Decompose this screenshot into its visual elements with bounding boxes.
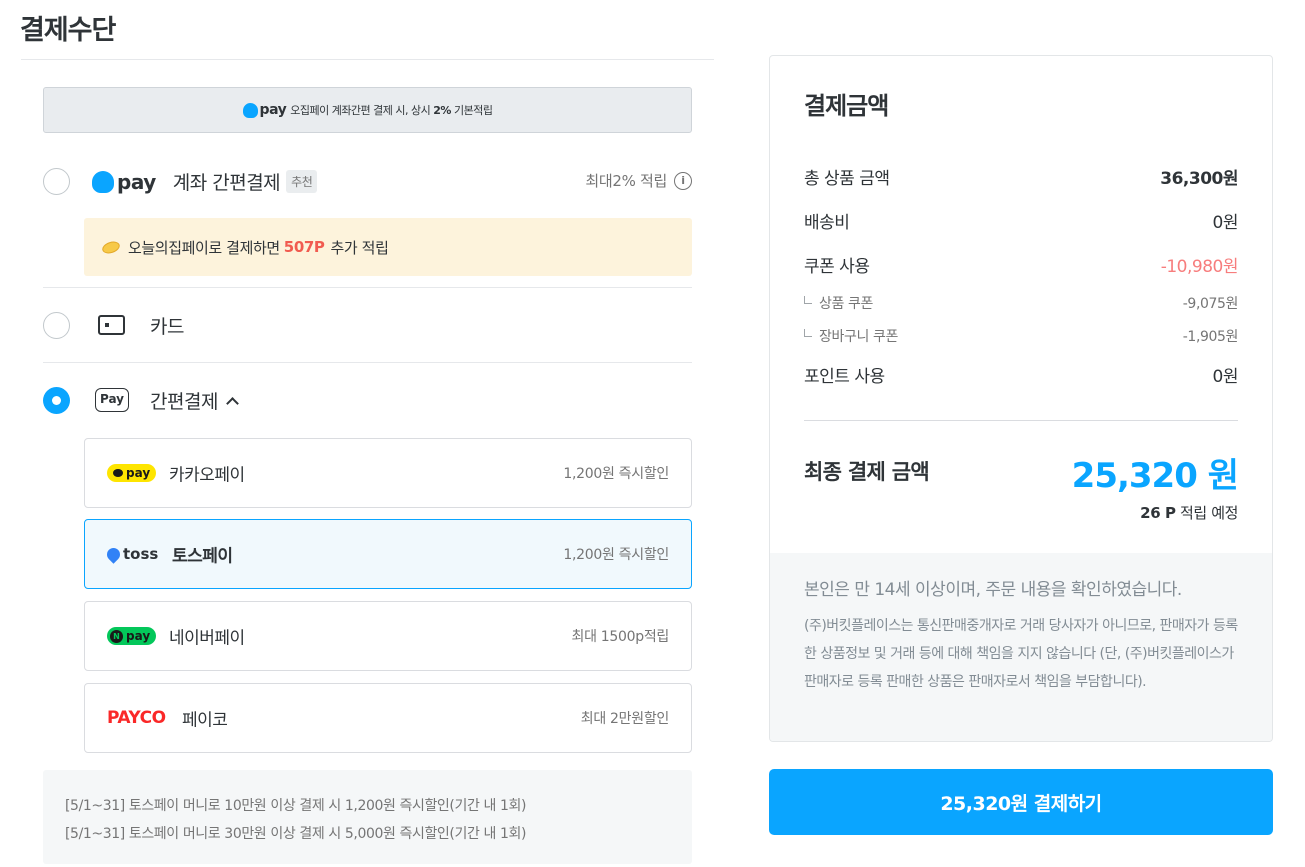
ohou-pay-logo: pay (92, 170, 156, 194)
kakaopay-logo: pay (107, 464, 157, 482)
tosspay-name: 토스페이 (172, 546, 233, 567)
payco-option[interactable]: PAYCO 페이코 최대 2만원할인 (84, 683, 692, 753)
ohou-drop-icon (92, 170, 114, 193)
cart-coupon-amount: -1,905원 (1182, 329, 1239, 345)
title-divider (21, 59, 714, 60)
naverpay-logo: N pay (107, 627, 157, 645)
kakaopay-option[interactable]: pay 카카오페이 1,200원 즉시할인 (84, 438, 692, 508)
tosspay-option[interactable]: toss 토스페이 1,200원 즉시할인 (84, 519, 692, 589)
branch-icon (804, 296, 812, 304)
account-pay-label: 계좌 간편결제 (172, 172, 281, 194)
payco-name: 페이코 (182, 710, 228, 731)
chevron-up-icon (226, 397, 239, 410)
account-pay-benefit: 최대2% 적립 i (585, 170, 692, 191)
summary-title: 결제금액 (804, 92, 889, 120)
pay-button[interactable]: 25,320원 결제하기 (769, 769, 1273, 835)
shipping-amount: 0원 (1212, 213, 1239, 233)
notice-line: [5/1~31] 토스페이 머니로 10만원 이상 결제 시 1,200원 즉시… (65, 798, 527, 814)
divider (43, 362, 692, 363)
ohou-pay-logo: pay (242, 102, 287, 118)
toss-drop-icon (104, 544, 123, 564)
recommend-tag: 추천 (286, 170, 318, 193)
agreement-description: (주)버킷플레이스는 통신판매중개자로 거래 당사자가 아니므로, 판매자가 등… (804, 618, 1238, 690)
points-promo: 오늘의집페이로 결제하면 507P 추가 적립 (84, 218, 692, 276)
cart-coupon-row: 장바구니 쿠폰 -1,905원 (804, 326, 1238, 346)
agreement-title: 본인은 만 14세 이상이며, 주문 내용을 확인하였습니다. (804, 580, 1182, 600)
product-coupon-amount: -9,075원 (1182, 296, 1239, 312)
branch-icon (804, 329, 812, 337)
naverpay-name: 네이버페이 (169, 628, 245, 649)
credit-card-icon (98, 315, 125, 335)
kakaopay-name: 카카오페이 (169, 465, 245, 486)
payment-summary: 결제금액 총 상품 금액 36,300원 배송비 0원 쿠폰 사용 -10,98… (769, 55, 1273, 742)
promo-points: 507P (283, 238, 325, 256)
divider (43, 287, 692, 288)
product-coupon-row: 상품 쿠폰 -9,075원 (804, 293, 1238, 313)
info-icon[interactable]: i (674, 171, 692, 190)
coin-icon (100, 238, 122, 256)
naverpay-benefit: 최대 1500p적립 (571, 629, 670, 645)
ohou-pay-banner: pay 오집페이 계좌간편 결제 시, 상시 2% 기본적립 (43, 87, 692, 133)
ohou-drop-icon (242, 102, 258, 118)
notice-line: [5/1~31] 토스페이 머니로 30만원 이상 결제 시 5,000원 즉시… (65, 826, 527, 842)
coupon-row: 쿠폰 사용 -10,980원 (804, 252, 1239, 277)
banner-highlight: 2% (433, 103, 451, 117)
banner-text: 오집페이 계좌간편 결제 시, 상시 (290, 104, 431, 117)
final-amount-label: 최종 결제 금액 (804, 460, 930, 484)
points-amount: 0원 (1212, 367, 1239, 387)
agreement-area: 본인은 만 14세 이상이며, 주문 내용을 확인하였습니다. (주)버킷플레이… (770, 553, 1272, 741)
radio-easy-pay[interactable] (43, 387, 70, 414)
naver-n-icon: N (110, 629, 123, 643)
easy-pay-icon: Pay (95, 388, 129, 412)
product-total-row: 총 상품 금액 36,300원 (804, 164, 1238, 189)
speech-bubble-icon (113, 469, 123, 477)
kakaopay-benefit: 1,200원 즉시할인 (563, 466, 669, 482)
payco-benefit: 최대 2만원할인 (580, 711, 670, 727)
naverpay-option[interactable]: N pay 네이버페이 최대 1500p적립 (84, 601, 692, 671)
summary-divider (804, 420, 1238, 421)
toss-logo: toss (104, 544, 158, 564)
easy-pay-option[interactable]: 간편결제 (150, 387, 239, 414)
tosspay-benefit: 1,200원 즉시할인 (563, 547, 669, 563)
toss-notice: [5/1~31] 토스페이 머니로 10만원 이상 결제 시 1,200원 즉시… (43, 770, 692, 864)
product-total-amount: 36,300원 (1160, 169, 1238, 189)
page-title: 결제수단 (20, 15, 116, 46)
coupon-amount: -10,980원 (1160, 257, 1239, 277)
points-row: 포인트 사용 0원 (804, 362, 1239, 387)
final-amount: 25,320 원 (1071, 456, 1239, 496)
banner-text-after: 기본적립 (453, 104, 493, 117)
card-option[interactable]: 카드 (150, 312, 184, 339)
radio-card[interactable] (43, 312, 70, 339)
shipping-row: 배송비 0원 (804, 208, 1239, 233)
payco-logo: PAYCO (107, 708, 166, 728)
radio-account-pay[interactable] (43, 168, 70, 195)
expected-points: 26 P 적립 예정 (1140, 504, 1238, 522)
account-pay-option[interactable]: pay 계좌 간편결제 추천 (92, 168, 318, 195)
